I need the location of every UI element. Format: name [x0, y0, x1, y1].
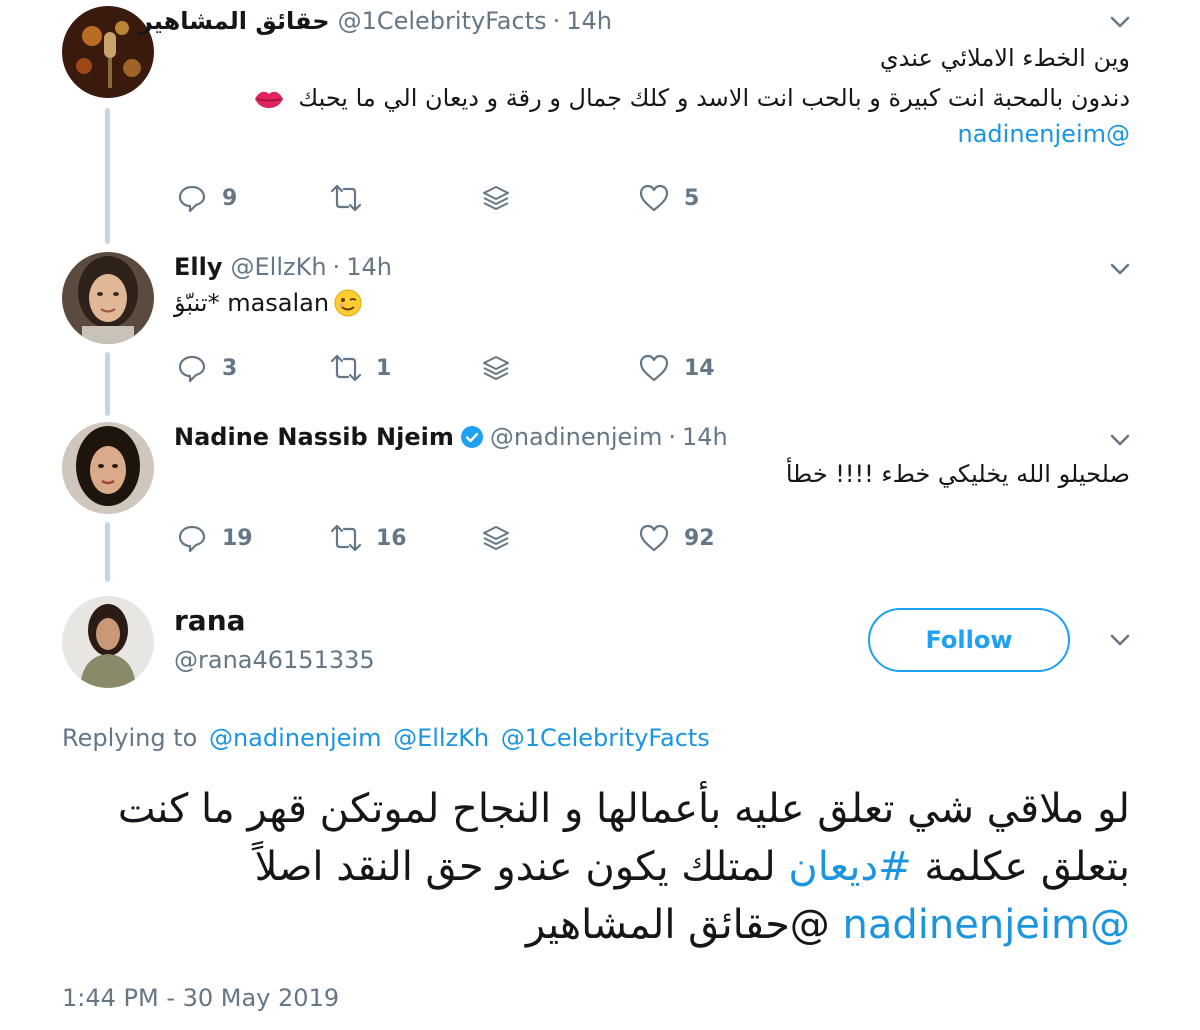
like-button[interactable]: 5 — [638, 178, 699, 218]
stack-icon — [480, 352, 512, 384]
hashtag-link[interactable]: #ديعان — [788, 844, 911, 890]
retweet-icon — [330, 352, 362, 384]
tweet-text-line: وين الخطء الاملائي عندي — [879, 44, 1130, 72]
author-handle[interactable]: @EllzKh — [231, 253, 327, 281]
tweet-line-start: بتعلق عكلمة — [911, 844, 1130, 890]
like-count: 92 — [684, 525, 715, 551]
replying-to: Replying to @nadinenjeim @EllzKh @1Celeb… — [62, 724, 710, 752]
reply-icon — [176, 522, 208, 554]
heart-icon — [638, 352, 670, 384]
thread-line — [105, 108, 110, 244]
chevron-down-icon[interactable] — [1106, 626, 1134, 654]
tweet-time[interactable]: 14h — [566, 7, 612, 35]
retweet-icon — [330, 522, 362, 554]
author-name[interactable]: Elly — [174, 253, 223, 281]
stack-button[interactable] — [480, 348, 512, 388]
follow-button[interactable]: Follow — [868, 608, 1070, 672]
thread-line — [105, 522, 110, 582]
verified-badge-icon — [460, 425, 484, 449]
thread-line — [105, 352, 110, 416]
reply-icon — [176, 352, 208, 384]
author-name[interactable]: rana — [174, 604, 246, 637]
replying-mention[interactable]: @nadinenjeim — [209, 724, 382, 752]
reply-count: 9 — [222, 185, 238, 211]
heart-icon — [638, 522, 670, 554]
tweet-time[interactable]: 14h — [682, 423, 728, 451]
reply-count: 3 — [222, 355, 238, 381]
retweet-count: 1 — [376, 355, 392, 381]
reply-count: 19 — [222, 525, 253, 551]
replying-mention[interactable]: @EllzKh — [393, 724, 489, 752]
tweet-header: حقائق المشاهير @1CelebrityFacts · 14h — [139, 4, 612, 38]
retweet-button[interactable]: 1 — [330, 348, 391, 388]
mention-link[interactable]: @nadinenjeim — [958, 120, 1131, 148]
tweet-header: Nadine Nassib Njeim @nadinenjeim · 14h — [174, 420, 728, 454]
tweet-text-line: دندون بالمحبة انت كبيرة و بالحب انت الاس… — [253, 84, 1130, 112]
avatar-nadine[interactable] — [62, 422, 154, 514]
separator-dot: · — [332, 253, 341, 281]
author-name[interactable]: Nadine Nassib Njeim — [174, 423, 454, 451]
reply-button[interactable]: 19 — [176, 518, 253, 558]
author-handle[interactable]: @rana46151335 — [174, 646, 375, 674]
heart-icon — [638, 182, 670, 214]
chevron-down-icon[interactable] — [1106, 255, 1134, 283]
tweet-timestamp[interactable]: 1:44 PM - 30 May 2019 — [62, 984, 339, 1012]
retweet-button[interactable]: 16 — [330, 518, 407, 558]
reply-icon — [176, 182, 208, 214]
stack-icon — [480, 182, 512, 214]
tweet-line: بتعلق عكلمة #ديعان لمتلك يكون عندو حق ال… — [50, 838, 1130, 896]
at-mention-text[interactable]: @حقائق المشاهير — [526, 902, 830, 948]
stack-button[interactable] — [480, 178, 512, 218]
tweet-text: تنبّؤ* masalan — [174, 288, 363, 318]
like-count: 14 — [684, 355, 715, 381]
mention-link[interactable]: @nadinenjeim — [843, 902, 1130, 948]
retweet-button[interactable] — [330, 178, 376, 218]
stack-button[interactable] — [480, 518, 512, 558]
tweet-text: دندون بالمحبة انت كبيرة و بالحب انت الاس… — [298, 84, 1130, 112]
tweet-header: Elly @EllzKh · 14h — [174, 250, 392, 284]
like-count: 5 — [684, 185, 700, 211]
separator-dot: · — [668, 423, 676, 451]
replying-label: Replying to — [62, 724, 198, 752]
tweet-line-end: لمتلك يكون عندو حق النقد اصلاً — [254, 844, 789, 890]
retweet-count: 16 — [376, 525, 407, 551]
avatar-elly[interactable] — [62, 252, 154, 344]
tweet-line: @nadinenjeim @حقائق المشاهير — [50, 896, 1130, 954]
kiss-lips-icon — [253, 88, 285, 110]
chevron-down-icon[interactable] — [1106, 8, 1134, 36]
tweet-line: لو ملاقي شي تعلق عليه بأعمالها و النجاح … — [117, 786, 1130, 832]
avatar-rana[interactable] — [62, 596, 154, 688]
like-button[interactable]: 14 — [638, 348, 715, 388]
tweet-time[interactable]: 14h — [346, 253, 392, 281]
like-button[interactable]: 92 — [638, 518, 715, 558]
author-handle[interactable]: @nadinenjeim — [490, 423, 663, 451]
stack-icon — [480, 522, 512, 554]
replying-mention[interactable]: @1CelebrityFacts — [501, 724, 710, 752]
reply-button[interactable]: 9 — [176, 178, 237, 218]
chevron-down-icon[interactable] — [1106, 426, 1134, 454]
author-handle[interactable]: @1CelebrityFacts — [338, 7, 547, 35]
main-tweet-text: لو ملاقي شي تعلق عليه بأعمالها و النجاح … — [50, 780, 1130, 954]
author-name[interactable]: حقائق المشاهير — [139, 7, 330, 35]
tweet-text-content: تنبّؤ* masalan — [174, 289, 330, 317]
separator-dot: · — [552, 7, 561, 35]
tweet-text: صلحيلو الله يخليكي خطء !!!! خطأ — [785, 460, 1130, 488]
retweet-icon — [330, 182, 362, 214]
reply-button[interactable]: 3 — [176, 348, 237, 388]
winking-face-icon — [333, 288, 363, 318]
